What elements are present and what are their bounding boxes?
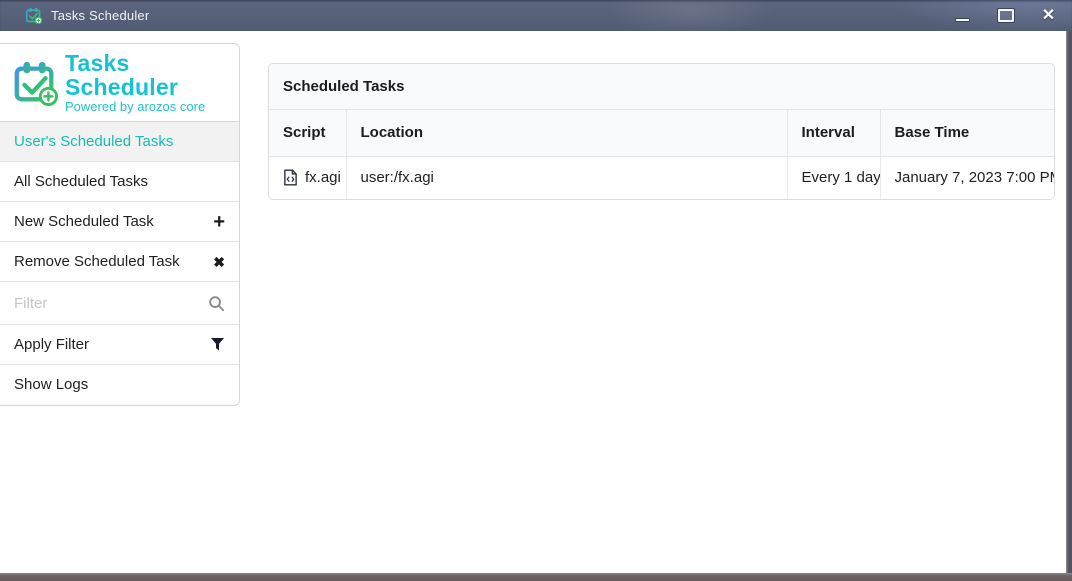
app-window: Tasks Scheduler ✕ Tasks Scheduler Powere… — [0, 0, 1072, 581]
minimize-icon — [955, 18, 970, 22]
close-button[interactable]: ✕ — [1027, 0, 1070, 31]
cell-location: user:/fx.agi — [346, 156, 787, 199]
sidebar-item-all-scheduled-tasks[interactable]: All Scheduled Tasks — [0, 161, 239, 201]
file-code-icon — [283, 169, 298, 186]
sidebar-item-label: User's Scheduled Tasks — [14, 133, 173, 150]
column-header-location: Location — [346, 110, 787, 156]
column-header-interval: Interval — [787, 110, 880, 156]
sidebar-item-label: New Scheduled Task — [14, 213, 154, 230]
script-name: fx.agi — [305, 169, 341, 186]
sidebar-item-label: All Scheduled Tasks — [14, 173, 148, 190]
plus-icon: + — [213, 212, 225, 232]
sidebar-item-label: Show Logs — [14, 376, 88, 393]
logo-calendar-icon — [12, 60, 58, 106]
logo-text: Tasks Scheduler Powered by arozos core — [65, 51, 227, 114]
sidebar-item-apply-filter[interactable]: Apply Filter — [0, 324, 239, 364]
sidebar-item-users-scheduled-tasks[interactable]: User's Scheduled Tasks — [0, 121, 239, 161]
app-logo: Tasks Scheduler Powered by arozos core — [0, 44, 239, 121]
sidebar-item-new-scheduled-task[interactable]: New Scheduled Task + — [0, 201, 239, 241]
panel-title: Scheduled Tasks — [269, 64, 1054, 110]
table-header-row: Script Location Interval Base Time — [269, 110, 1055, 156]
window-border-right — [1066, 31, 1072, 573]
column-header-basetime: Base Time — [880, 110, 1055, 156]
maximize-button[interactable] — [984, 0, 1027, 31]
table-row[interactable]: fx.agi user:/fx.agi Every 1 day January … — [269, 156, 1055, 199]
logo-title: Tasks Scheduler — [65, 51, 227, 99]
cell-interval: Every 1 day — [787, 156, 880, 199]
close-icon: ✕ — [1042, 8, 1055, 24]
maximize-icon — [998, 9, 1014, 22]
titlebar[interactable]: Tasks Scheduler ✕ — [0, 0, 1072, 31]
minimize-button[interactable] — [941, 0, 984, 31]
filter-input[interactable] — [0, 282, 180, 324]
filter-row — [0, 281, 239, 324]
sidebar-item-label: Apply Filter — [14, 336, 89, 353]
scheduled-tasks-table: Script Location Interval Base Time — [269, 110, 1055, 199]
cell-basetime: January 7, 2023 7:00 PM — [880, 156, 1055, 199]
column-header-script: Script — [269, 110, 346, 156]
sidebar: Tasks Scheduler Powered by arozos core U… — [0, 43, 240, 406]
scheduled-tasks-panel: Scheduled Tasks Script Location Interval… — [268, 63, 1055, 200]
window-title: Tasks Scheduler — [51, 8, 149, 23]
cell-script: fx.agi — [269, 156, 346, 199]
filter-funnel-icon — [210, 337, 225, 352]
window-border-bottom — [0, 573, 1072, 581]
sidebar-item-show-logs[interactable]: Show Logs — [0, 364, 239, 404]
cross-icon: ✖ — [213, 255, 225, 269]
app-calendar-icon — [25, 7, 42, 24]
sidebar-item-label: Remove Scheduled Task — [14, 253, 180, 270]
window-controls: ✕ — [941, 0, 1070, 31]
sidebar-item-remove-scheduled-task[interactable]: Remove Scheduled Task ✖ — [0, 241, 239, 281]
search-icon — [208, 282, 225, 324]
logo-subtitle: Powered by arozos core — [65, 100, 227, 114]
